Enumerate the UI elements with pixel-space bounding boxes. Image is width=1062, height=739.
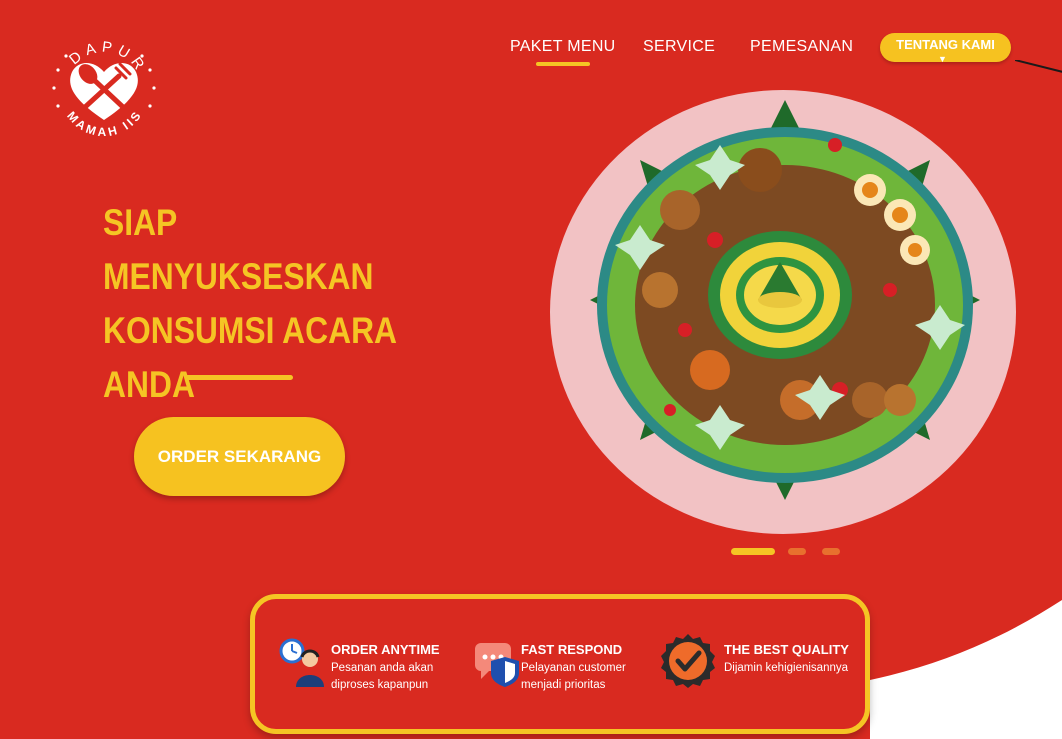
- carousel-dot-1[interactable]: [731, 548, 775, 555]
- feature-title: THE BEST QUALITY: [724, 642, 849, 657]
- headline-line-3: ANDA: [103, 364, 195, 405]
- clock-person-icon: [279, 638, 324, 687]
- brand-logo[interactable]: DAPUR MAMAH IIS: [44, 28, 164, 146]
- nav-item-paket-menu[interactable]: PAKET MENU: [510, 38, 616, 66]
- quality-badge-icon: [661, 634, 715, 688]
- feature-title: FAST RESPOND: [521, 642, 623, 657]
- headline-underline: [185, 375, 293, 380]
- headline-line-1: SIAP MENYUKSESKAN: [103, 202, 374, 297]
- chat-shield-icon: [475, 643, 519, 687]
- carousel-dot-2[interactable]: [788, 548, 806, 555]
- feature-desc: Dijamin kehigienisannya: [724, 662, 849, 674]
- headline-line-2: KONSUMSI ACARA: [103, 310, 398, 351]
- order-now-button[interactable]: ORDER SEKARANG: [134, 417, 345, 496]
- carousel-dot-3[interactable]: [822, 548, 840, 555]
- feature-title: ORDER ANYTIME: [331, 642, 440, 657]
- feature-desc: Pesanan anda akan diproses kapanpun: [331, 662, 434, 691]
- nav-item-pemesanan[interactable]: PEMESANAN: [750, 38, 853, 56]
- nav-item-service[interactable]: SERVICE: [643, 38, 715, 56]
- chevron-down-icon: ▼: [938, 54, 947, 64]
- decorative-line: [1015, 60, 1062, 73]
- feature-desc: Pelayanan customer menjadi prioritas: [521, 662, 626, 691]
- nav-tentang-kami-button[interactable]: TENTANG KAMI ▼: [880, 33, 1011, 64]
- tumpeng-dish-image: [590, 100, 980, 500]
- features-panel: ORDER ANYTIME Pesanan anda akan diproses…: [250, 594, 870, 734]
